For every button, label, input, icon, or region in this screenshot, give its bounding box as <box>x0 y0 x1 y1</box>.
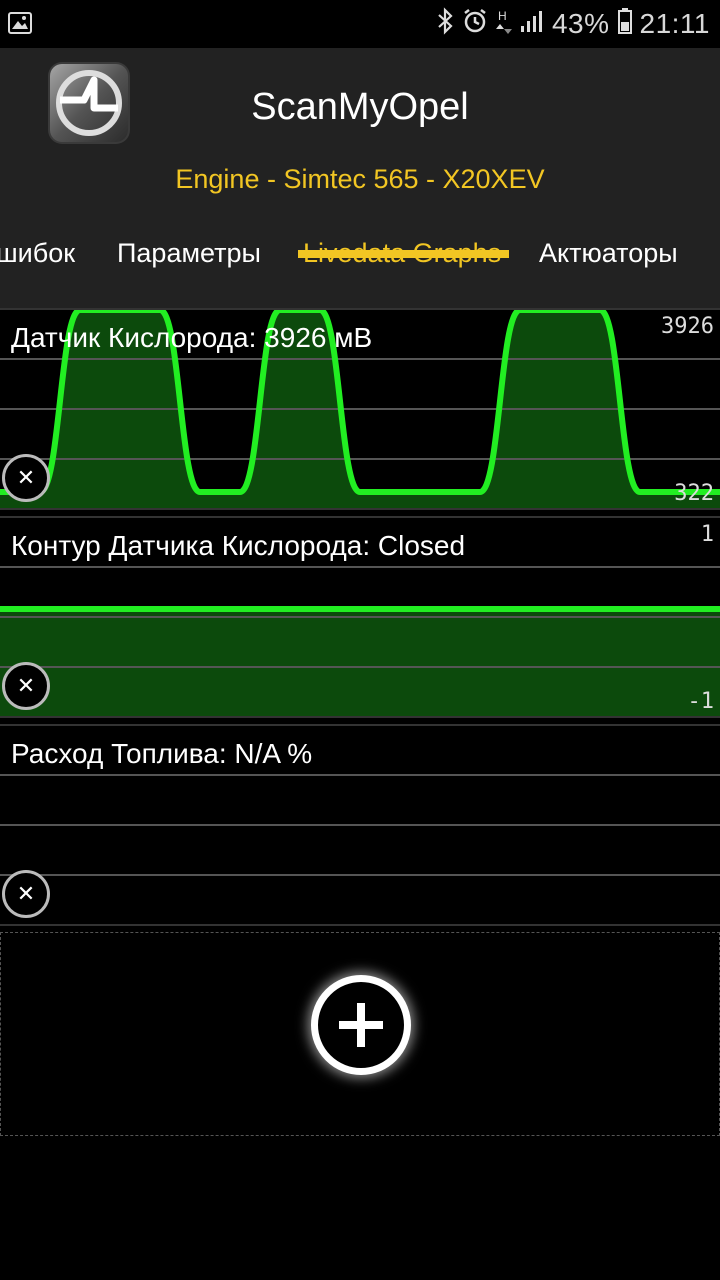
plus-icon <box>339 1003 383 1047</box>
clock: 21:11 <box>639 8 710 39</box>
signal-icon <box>520 8 544 40</box>
active-tab-indicator <box>298 250 509 258</box>
app-header: ScanMyOpel Engine - Simtec 565 - X20XEV … <box>0 48 720 310</box>
bluetooth-icon <box>436 6 454 42</box>
ecu-subtitle: Engine - Simtec 565 - X20XEV <box>175 164 545 194</box>
graph-min-value: 322 <box>674 481 714 506</box>
battery-icon <box>617 7 632 41</box>
tab-actuators[interactable]: Актюаторы <box>539 238 678 269</box>
graph-panel-fuel-consumption: Расход Топлива: N/A % ✕ <box>0 724 720 926</box>
battery-percent: 43% <box>551 8 610 39</box>
tab-errors[interactable]: шибок <box>0 238 75 269</box>
add-graph-button[interactable] <box>311 975 411 1075</box>
remove-graph-button[interactable]: ✕ <box>2 662 50 710</box>
status-icons: H 43% 21:11 <box>436 0 710 48</box>
app-title: ScanMyOpel <box>251 86 469 128</box>
add-graph-area[interactable] <box>0 932 720 1136</box>
status-bar: H 43% 21:11 <box>0 0 720 48</box>
remove-graph-button[interactable]: ✕ <box>2 870 50 918</box>
graph-label: Расход Топлива: N/A % <box>11 738 313 769</box>
graph-area-fill <box>0 609 720 716</box>
graph-panel-oxygen-loop: Контур Датчика Кислорода: Closed 1 -1 ✕ <box>0 516 720 718</box>
remove-graph-button[interactable]: ✕ <box>2 454 50 502</box>
tab-parameters[interactable]: Параметры <box>117 238 261 269</box>
image-icon <box>8 12 32 34</box>
alarm-icon <box>462 8 488 41</box>
h-network-icon: H <box>495 7 512 42</box>
tab-bar: шибок Параметры Livedata Graphs Актюатор… <box>0 218 720 310</box>
svg-text:H: H <box>498 9 507 23</box>
graph-max-value: 1 <box>700 522 714 547</box>
graph-label: Контур Датчика Кислорода: Closed <box>11 530 466 561</box>
graph-panel-oxygen-sensor: Датчик Кислорода: 3926 мВ 3926 322 ✕ <box>0 308 720 510</box>
graph-min-value: -1 <box>687 689 715 714</box>
graph-label: Датчик Кислорода: 3926 мВ <box>11 322 373 353</box>
graph-max-value: 3926 <box>661 314 714 339</box>
